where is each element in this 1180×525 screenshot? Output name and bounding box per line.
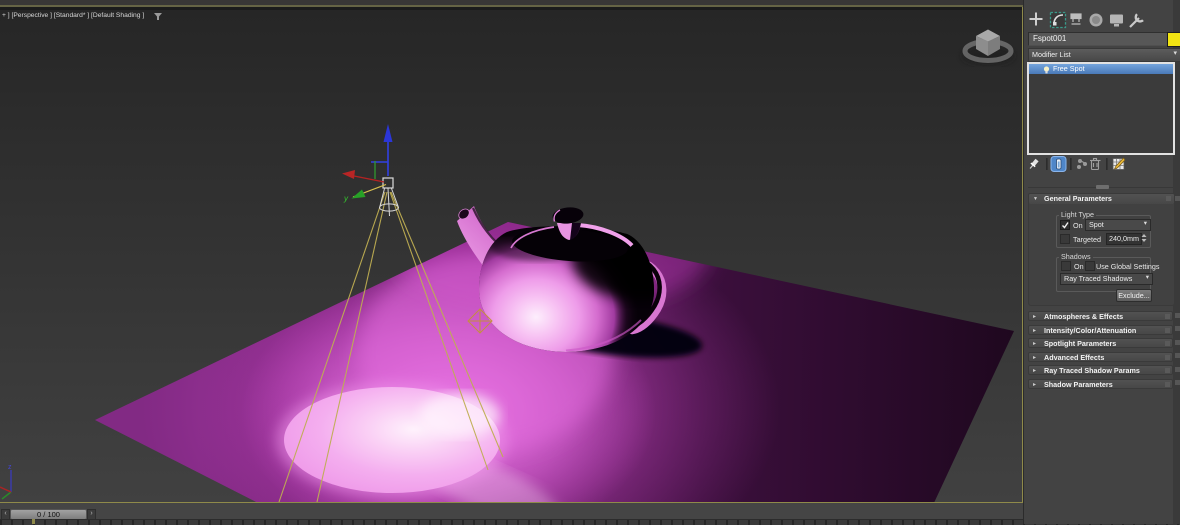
svg-text:z: z bbox=[8, 464, 12, 471]
svg-text:y: y bbox=[343, 194, 349, 203]
